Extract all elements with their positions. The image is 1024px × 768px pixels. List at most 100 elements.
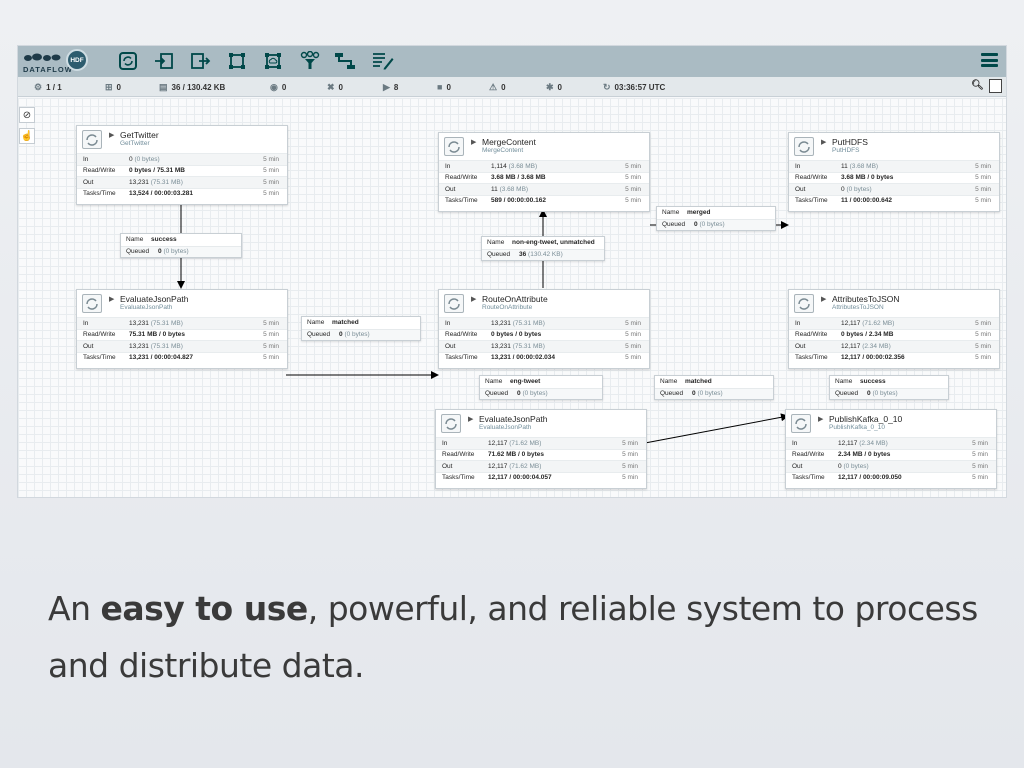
stat-label: Out xyxy=(442,462,453,470)
connection-label-4[interactable]: Name matched Queued 0 (0 bytes) xyxy=(301,316,421,341)
connection-label-3[interactable]: Name non-eng-tweet, unmatched Queued 36 (13… xyxy=(481,236,605,261)
stat-window: 5 min xyxy=(625,354,641,362)
stat-row-in: In 11 (3.68 MB) 5 min xyxy=(789,160,999,172)
stat-label: In xyxy=(795,319,801,327)
add-funnel-button[interactable] xyxy=(299,50,321,72)
connection-label-7[interactable]: Name success Queued 0 (0 bytes) xyxy=(829,375,949,400)
stat-label: Out xyxy=(795,342,806,350)
stat-row-in: In 1,114 (3.68 MB) 5 min xyxy=(439,160,649,172)
connection-queued: 0 (0 bytes) xyxy=(158,248,189,256)
stat-window: 5 min xyxy=(625,174,641,182)
connection-label-1[interactable]: Name success Queued 0 (0 bytes) xyxy=(120,233,242,258)
stat-value: 13,231 (75.31 MB) xyxy=(129,178,183,186)
connection-label-6[interactable]: Name matched Queued 0 (0 bytes) xyxy=(654,375,774,400)
add-label-button[interactable] xyxy=(372,50,394,72)
connection-label-5[interactable]: Name eng-tweet Queued 0 (0 bytes) xyxy=(479,375,603,400)
processor-6[interactable]: ▶ AttributesToJSON AttributesToJSON In 12,11… xyxy=(788,289,1000,369)
connection-name-row: Name matched xyxy=(307,319,359,327)
connection-name: success xyxy=(860,378,886,386)
stat-label: Tasks/Time xyxy=(795,354,828,362)
stat-window: 5 min xyxy=(263,190,279,198)
connection-name-row: Name success xyxy=(126,236,177,244)
status-invalid: ◉ 0 xyxy=(270,82,287,92)
search-icon[interactable]: 🔍︎ xyxy=(971,80,984,91)
stat-value: 2.34 MB / 0 bytes xyxy=(838,451,891,459)
processor-name: PutHDFS xyxy=(832,137,868,147)
run-status-icon: ▶ xyxy=(471,296,477,303)
stat-label: Read/Write xyxy=(792,451,825,459)
processor-4[interactable]: ▶ EvaluateJsonPath EvaluateJsonPath In 13,23… xyxy=(76,289,288,369)
stat-value: 12,117 (2.34 MB) xyxy=(838,439,888,447)
stat-value: 13,524 / 00:00:03.281 xyxy=(129,190,193,198)
stat-label: Tasks/Time xyxy=(83,190,116,198)
processor-5[interactable]: ▶ RouteOnAttribute RouteOnAttribute In 13,23… xyxy=(438,289,650,369)
processor-8[interactable]: ▶ PublishKafka_0_10 PublishKafka_0_10 In 12,… xyxy=(785,409,997,489)
stat-window: 5 min xyxy=(622,451,638,459)
add-input-port-button[interactable] xyxy=(153,50,175,72)
stat-row-rw: Read/Write 0 bytes / 2.34 MB 5 min xyxy=(789,328,999,341)
operate-button[interactable]: ☝ xyxy=(19,128,35,144)
sync-icon: ✖ xyxy=(327,82,335,92)
stat-window: 5 min xyxy=(622,462,638,470)
processor-type: RouteOnAttribute xyxy=(482,304,533,311)
invalid-icon: ◉ xyxy=(270,82,278,92)
processor-1[interactable]: ▶ GetTwitter GetTwitter In 0 (0 bytes) 5 min R… xyxy=(76,125,288,205)
add-remote-process-group-button[interactable] xyxy=(262,50,284,72)
processor-name: RouteOnAttribute xyxy=(482,294,548,304)
stat-value: 13,231 (75.31 MB) xyxy=(491,342,545,350)
run-status-icon: ▶ xyxy=(109,132,115,139)
stat-row-tasks: Tasks/Time 13,231 / 00:00:04.827 5 min xyxy=(77,351,287,364)
stat-label: In xyxy=(445,162,451,170)
processor-icon xyxy=(444,294,464,313)
stat-window: 5 min xyxy=(625,185,641,193)
processor-7[interactable]: ▶ EvaluateJsonPath EvaluateJsonPath In 12,11… xyxy=(435,409,647,489)
stat-row-in: In 12,117 (2.34 MB) 5 min xyxy=(786,437,996,449)
stat-row-rw: Read/Write 3.68 MB / 3.68 MB 5 min xyxy=(439,171,649,184)
run-status-icon: ▶ xyxy=(471,139,477,146)
stat-label: Tasks/Time xyxy=(445,354,478,362)
navigate-button[interactable]: ⊘ xyxy=(19,107,35,123)
stat-value: 75.31 MB / 0 bytes xyxy=(129,331,185,339)
connection-queued-row: Queued 36 (130.42 KB) xyxy=(482,248,604,260)
bulletin-board-icon[interactable] xyxy=(989,79,1002,93)
stat-value: 589 / 00:00:00.162 xyxy=(491,197,546,205)
stat-value: 3.68 MB / 3.68 MB xyxy=(491,174,546,182)
stat-label: In xyxy=(792,439,798,447)
run-status-icon: ▶ xyxy=(109,296,115,303)
stat-window: 5 min xyxy=(975,354,991,362)
connection-name: success xyxy=(151,236,177,244)
connection-queued: 0 (0 bytes) xyxy=(692,390,723,398)
connection-queued: 36 (130.42 KB) xyxy=(519,251,563,259)
stat-row-in: In 0 (0 bytes) 5 min xyxy=(77,153,287,165)
stat-window: 5 min xyxy=(975,331,991,339)
flow-canvas[interactable]: ⊘ ☝ ▶ GetTwitter GetTwitter In 0 (0 bytes) 5 … xyxy=(18,98,1006,497)
connection-label-2[interactable]: Name merged Queued 0 (0 bytes) xyxy=(656,206,776,231)
stat-row-out: Out 13,231 (75.31 MB) 5 min xyxy=(439,340,649,352)
add-processor-button[interactable] xyxy=(117,50,139,72)
stat-row-out: Out 0 (0 bytes) 5 min xyxy=(789,183,999,195)
stat-row-out: Out 0 (0 bytes) 5 min xyxy=(786,460,996,472)
stat-value: 11 (3.68 MB) xyxy=(491,185,529,193)
process-group-icon xyxy=(229,53,245,69)
stat-window: 5 min xyxy=(975,174,991,182)
stat-row-tasks: Tasks/Time 12,117 / 00:00:04.057 5 min xyxy=(436,471,646,484)
global-menu-button[interactable] xyxy=(981,53,998,67)
stat-window: 5 min xyxy=(622,439,638,447)
connection-queued: 0 (0 bytes) xyxy=(694,221,725,229)
queued-icon: ▤ xyxy=(159,82,168,92)
herd-logo-icon xyxy=(24,53,61,61)
stat-label: Out xyxy=(83,342,94,350)
processor-3[interactable]: ▶ PutHDFS PutHDFS In 11 (3.68 MB) 5 min Read/W… xyxy=(788,132,1000,212)
stat-window: 5 min xyxy=(263,167,279,175)
stat-value: 12,117 (71.62 MB) xyxy=(488,439,542,447)
processor-2[interactable]: ▶ MergeContent MergeContent In 1,114 (3.68 M… xyxy=(438,132,650,212)
processor-header: ▶ EvaluateJsonPath EvaluateJsonPath xyxy=(77,290,287,317)
add-process-group-button[interactable] xyxy=(226,50,248,72)
stat-window: 5 min xyxy=(972,462,988,470)
add-output-port-button[interactable] xyxy=(190,50,212,72)
stat-label: Read/Write xyxy=(795,331,828,339)
add-template-button[interactable] xyxy=(334,50,356,72)
stat-row-out: Out 13,231 (75.31 MB) 5 min xyxy=(77,176,287,188)
stat-value: 3.68 MB / 0 bytes xyxy=(841,174,894,182)
stat-window: 5 min xyxy=(625,319,641,327)
